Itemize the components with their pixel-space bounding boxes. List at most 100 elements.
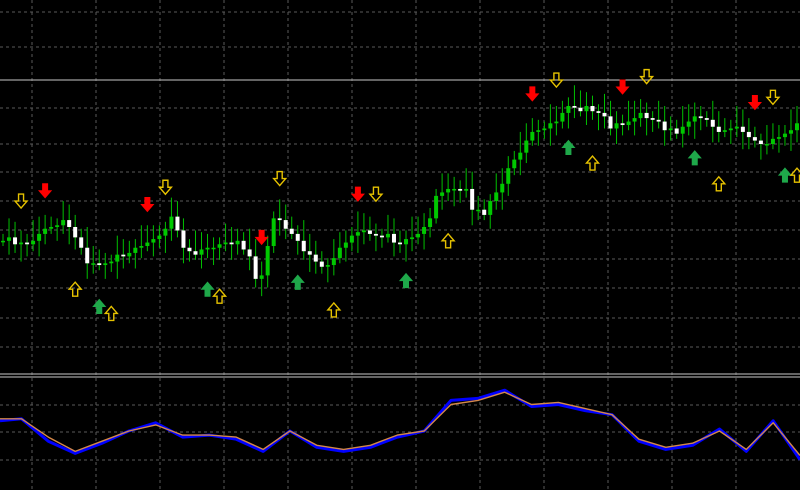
bull-candle <box>259 275 264 279</box>
bull-candle <box>500 183 505 193</box>
bear-candle <box>253 256 258 279</box>
bear-candle <box>295 233 300 241</box>
bull-candle <box>217 244 222 248</box>
bull-candle <box>169 216 174 229</box>
bull-candle <box>626 121 631 126</box>
red-down-arrow-icon <box>747 95 762 111</box>
bull-candle <box>680 126 685 134</box>
price-candles <box>1 85 799 297</box>
bull-candle <box>410 237 415 240</box>
outlined-yellow-up-arrow-icon <box>711 175 727 192</box>
bear-candle <box>482 209 487 215</box>
bear-candle <box>67 220 72 227</box>
bear-candle <box>241 240 246 250</box>
bull-candle <box>506 168 511 184</box>
arrow-shape <box>13 193 29 210</box>
red-down-arrow-icon <box>140 197 155 213</box>
arrow-shape <box>687 150 702 166</box>
bear-candle <box>307 251 312 255</box>
bull-candle <box>157 235 162 240</box>
arrow-shape <box>398 272 414 289</box>
bull-candle <box>512 159 517 169</box>
outlined-yellow-up-arrow-icon <box>326 301 342 318</box>
red-down-arrow-icon <box>525 86 540 102</box>
pane-separators <box>0 79 800 378</box>
bull-candle <box>668 128 673 131</box>
bull-candle <box>61 220 66 226</box>
bull-candle <box>139 246 144 248</box>
bear-candle <box>277 218 282 221</box>
bull-candle <box>428 218 433 227</box>
arrow-shape <box>272 170 288 187</box>
outlined-yellow-down-arrow-icon <box>639 68 655 85</box>
bull-candle <box>211 247 216 250</box>
bear-candle <box>97 263 102 266</box>
bull-candle <box>734 126 739 129</box>
bull-candle <box>331 258 336 266</box>
bull-candle <box>722 130 727 132</box>
bull-candle <box>434 195 439 219</box>
bull-candle <box>566 106 571 113</box>
arrow-shape <box>92 298 107 315</box>
green-up-arrow-icon <box>290 274 305 290</box>
bull-candle <box>31 240 36 245</box>
bear-candle <box>746 131 751 138</box>
bear-candle <box>662 121 667 131</box>
arrow-shape <box>326 301 342 318</box>
bear-candle <box>391 233 396 243</box>
bear-candle <box>175 216 180 231</box>
bear-candle <box>572 106 577 108</box>
bull-candle <box>404 239 409 245</box>
bear-candle <box>313 254 318 262</box>
bull-candle <box>422 227 427 234</box>
arrow-shape <box>711 175 727 192</box>
arrow-shape <box>67 281 83 297</box>
bull-candle <box>265 246 270 276</box>
arrow-shape <box>368 186 384 203</box>
arrow-shape <box>200 281 215 297</box>
bear-candle <box>247 249 252 257</box>
bull-candle <box>614 123 619 129</box>
bear-candle <box>596 111 601 113</box>
bull-candle <box>728 128 733 131</box>
bull-candle <box>416 233 421 238</box>
bear-candle <box>716 126 721 132</box>
bear-candle <box>283 220 288 229</box>
bull-candle <box>530 131 535 141</box>
bear-candle <box>187 247 192 252</box>
bear-candle <box>373 233 378 236</box>
bull-candle <box>542 128 547 131</box>
green-up-arrow-icon <box>561 139 576 155</box>
arrow-shape <box>765 89 781 106</box>
bull-candle <box>494 192 499 202</box>
bear-candle <box>602 112 607 117</box>
bear-candle <box>644 112 649 119</box>
bull-candle <box>584 106 589 112</box>
bear-candle <box>398 242 402 245</box>
bull-candle <box>518 152 523 160</box>
bull-candle <box>199 249 204 255</box>
bear-candle <box>193 251 198 255</box>
bull-candle <box>776 137 781 139</box>
bear-candle <box>656 119 661 122</box>
bear-candle <box>121 254 126 257</box>
oscillator-pane <box>0 388 800 461</box>
green-up-arrow-icon <box>92 298 107 315</box>
bull-candle <box>794 123 799 131</box>
green-up-arrow-icon <box>687 150 702 166</box>
bear-candle <box>674 128 679 134</box>
outlined-yellow-up-arrow-icon <box>440 232 456 249</box>
bull-candle <box>788 130 793 134</box>
arrow-shape <box>747 95 762 111</box>
bull-candle <box>464 188 469 191</box>
bull-candle <box>133 247 138 253</box>
bull-candle <box>337 247 342 259</box>
bull-candle <box>205 247 210 250</box>
bull-candle <box>49 227 54 229</box>
arrow-shape <box>615 79 630 95</box>
bear-candle <box>752 137 757 141</box>
bear-candle <box>25 242 30 245</box>
bull-candle <box>325 265 330 267</box>
arrow-shape <box>157 179 173 196</box>
bull-candle <box>349 235 354 243</box>
